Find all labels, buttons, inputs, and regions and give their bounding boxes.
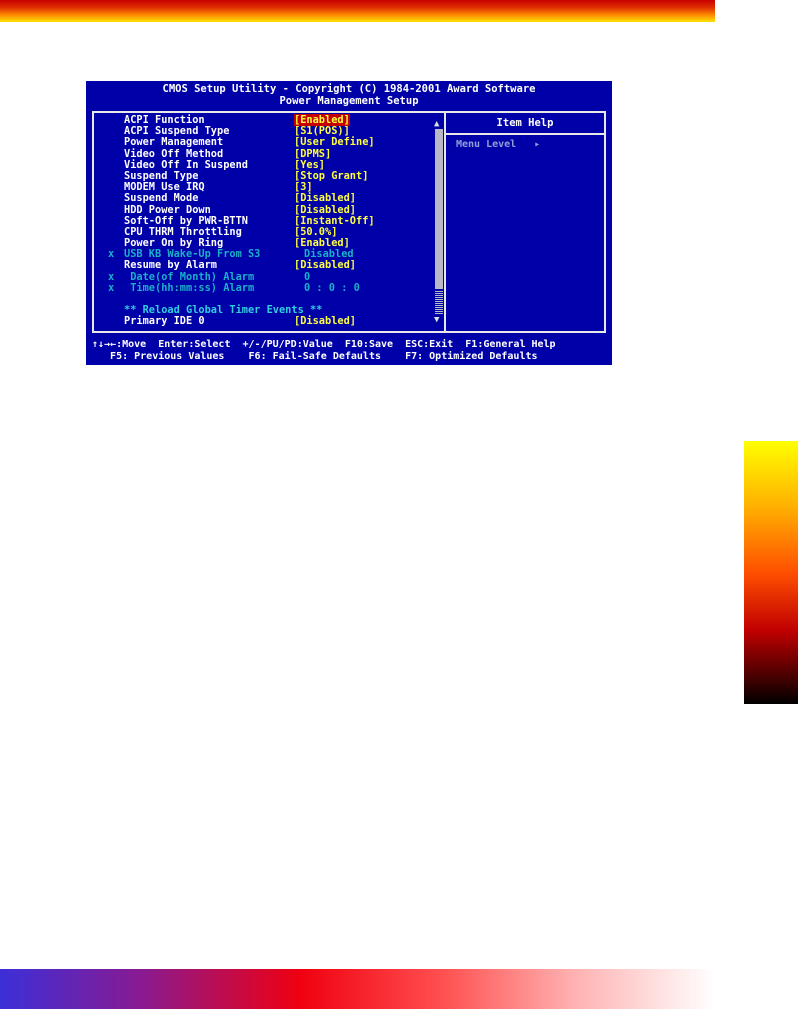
scrollbar-thumb[interactable] <box>435 129 443 289</box>
settings-list: ACPI Function [Enabled] ACPI Suspend Type[… <box>94 114 434 328</box>
setting-label: Power Management <box>124 136 224 149</box>
value-text: 0 : 0 : 0 <box>304 281 360 294</box>
footer-keys-line2: F5: Previous Values F6: Fail-Safe Defaul… <box>92 351 538 362</box>
value-text: [User Define] <box>294 136 375 149</box>
scroll-up-arrow-icon[interactable]: ▲ <box>434 119 439 129</box>
bios-screen: CMOS Setup Utility - Copyright (C) 1984-… <box>86 81 612 365</box>
value-text: [Instant-Off] <box>294 214 375 227</box>
setting-label: Resume by Alarm <box>124 259 217 272</box>
top-gradient-bar <box>0 0 715 22</box>
setting-row[interactable]: Resume by Alarm [Disabled] <box>94 260 434 271</box>
value-text: [DPMS] <box>294 147 332 160</box>
value-text: [Disabled] <box>294 315 356 328</box>
setting-row[interactable]: Power Management [User Define] <box>94 137 434 148</box>
value-text: Disabled <box>304 248 354 261</box>
bios-footer: ↑↓→←:Move Enter:Select +/-/PU/PD:Value F… <box>86 339 612 365</box>
value-text: [Disabled] <box>294 192 356 205</box>
setting-row[interactable]: Primary IDE 0 [Disabled] <box>94 316 434 327</box>
side-gradient-tab <box>744 441 798 704</box>
footer-keys-line1: ↑↓→←:Move Enter:Select +/-/PU/PD:Value F… <box>92 339 556 350</box>
setting-label: Suspend Mode <box>124 192 199 205</box>
setting-row[interactable]: HDD Power Down [Disabled] <box>94 203 434 216</box>
setting-label: Primary IDE 0 <box>124 315 205 328</box>
scrollbar[interactable]: ▲ ▼ <box>434 119 444 325</box>
bios-subtitle: Power Management Setup <box>279 95 419 107</box>
scroll-down-arrow-icon[interactable]: ▼ <box>434 315 439 325</box>
value-text: [S1(POS)] <box>294 125 350 138</box>
item-help-pane: Item Help Menu Level ▸ <box>444 111 606 333</box>
setting-label: Time(hh:mm:ss) Alarm <box>124 281 255 294</box>
value-text: [Yes] <box>294 158 325 171</box>
bios-header: CMOS Setup Utility - Copyright (C) 1984-… <box>86 81 612 111</box>
item-help-title: Item Help <box>446 113 604 135</box>
value-text: [Disabled] <box>294 203 356 216</box>
value-text: [Disabled] <box>294 259 356 272</box>
disabled-marker: x <box>108 281 115 294</box>
bottom-gradient-bar <box>0 969 715 1009</box>
value-text: [Enabled] <box>294 237 350 250</box>
setting-value[interactable]: [Disabled] <box>294 316 356 327</box>
setting-row: x Time(hh:mm:ss) Alarm 0 : 0 : 0 <box>94 281 434 294</box>
value-text: [Stop Grant] <box>294 169 369 182</box>
bios-title: CMOS Setup Utility - Copyright (C) 1984-… <box>162 83 536 95</box>
value-text: [3] <box>294 181 313 194</box>
setting-value: 0 : 0 : 0 <box>304 281 360 294</box>
scrollbar-track[interactable] <box>435 291 443 315</box>
value-text: 0 <box>304 270 311 283</box>
selected-value: [Enabled] <box>294 114 350 126</box>
menu-level-indicator: Menu Level ▸ <box>456 139 541 150</box>
setting-row[interactable]: Suspend Mode [Disabled] <box>94 193 434 204</box>
disabled-marker: x <box>108 248 115 261</box>
value-text: [50.0%] <box>294 225 338 238</box>
